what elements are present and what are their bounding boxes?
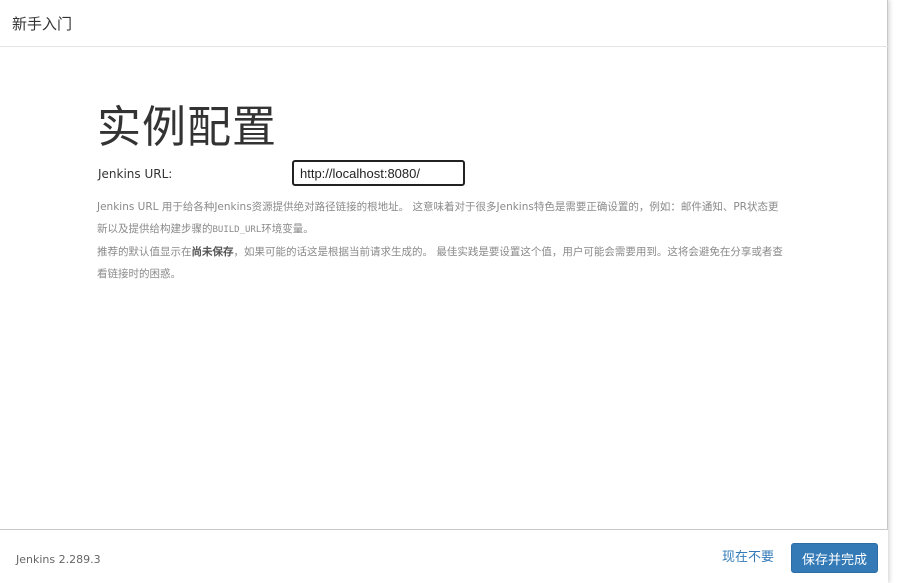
dialog-footer: Jenkins 2.289.3 现在不要 保存并完成 [0, 529, 888, 583]
jenkins-version: Jenkins 2.289.3 [16, 553, 101, 566]
jenkins-url-label-text: Jenkins URL: [98, 167, 173, 181]
skip-button[interactable]: 现在不要 [720, 544, 776, 572]
dialog-header: 新手入门 [0, 0, 888, 47]
jenkins-url-help: Jenkins URL 用于给各种Jenkins资源提供绝对路径链接的根地址。 … [97, 196, 787, 285]
jenkins-url-input[interactable] [292, 160, 465, 186]
dialog-title: 新手入门 [12, 15, 73, 33]
build-url-code: BUILD_URL [212, 225, 262, 235]
help-paragraph-2: 推荐的默认值显示在尚未保存，如果可能的话这是根据当前请求生成的。 最佳实践是要设… [97, 246, 783, 280]
setup-wizard-dialog: 新手入门 实例配置 Jenkins URL: Jenkins URL 用于给各种… [0, 0, 888, 583]
jenkins-url-label: Jenkins URL: [98, 163, 172, 182]
save-and-finish-button[interactable]: 保存并完成 [791, 543, 878, 573]
not-saved-emphasis: 尚未保存 [191, 246, 234, 258]
help-paragraph-1: Jenkins URL 用于给各种Jenkins资源提供绝对路径链接的根地址。 … [97, 201, 779, 235]
instance-config-section: 实例配置 Jenkins URL: [97, 95, 797, 181]
page-title: 实例配置 [97, 102, 277, 153]
